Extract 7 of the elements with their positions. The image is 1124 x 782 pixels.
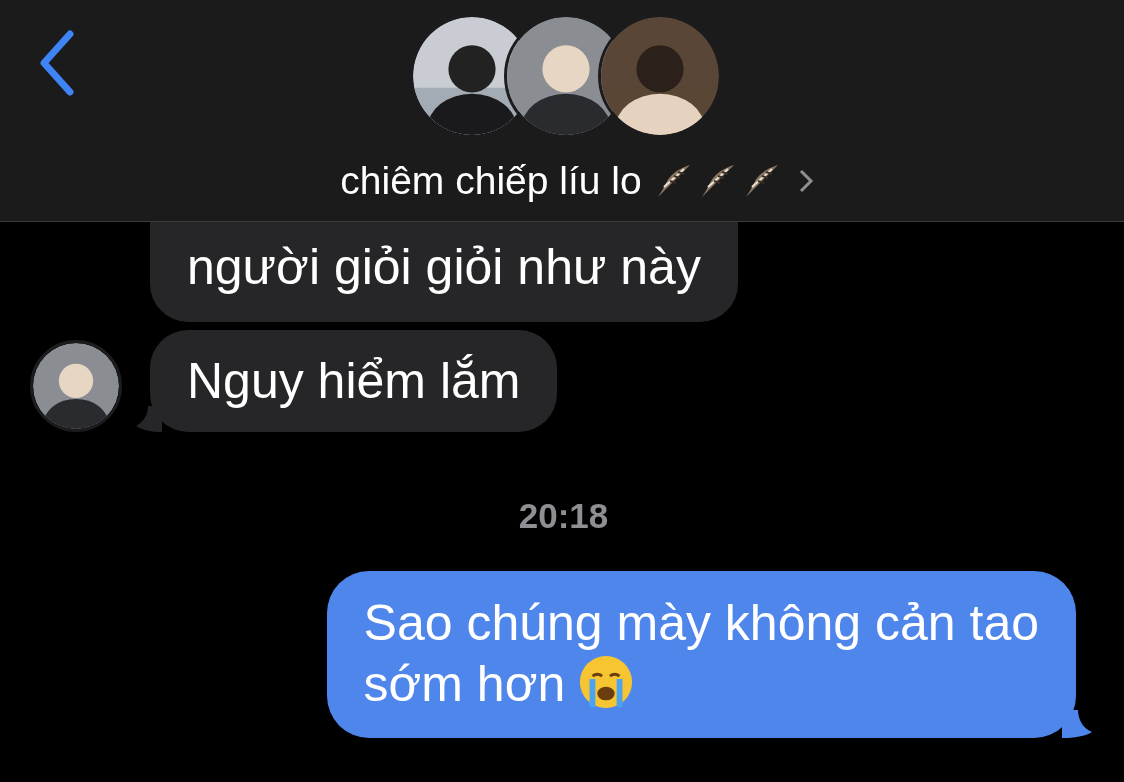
chevron-right-icon (797, 168, 814, 195)
group-title-button[interactable]: chiêm chiếp líu lo (340, 152, 814, 211)
message-text: người giỏi giỏi như này (187, 240, 701, 294)
timestamp: 20:18 (518, 495, 609, 537)
message-text: Sao chúng mày không cản tao sớm hơn (363, 593, 1039, 714)
message-text: Nguy hiểm lắm (187, 354, 521, 408)
group-name: chiêm chiếp líu lo (340, 158, 642, 204)
